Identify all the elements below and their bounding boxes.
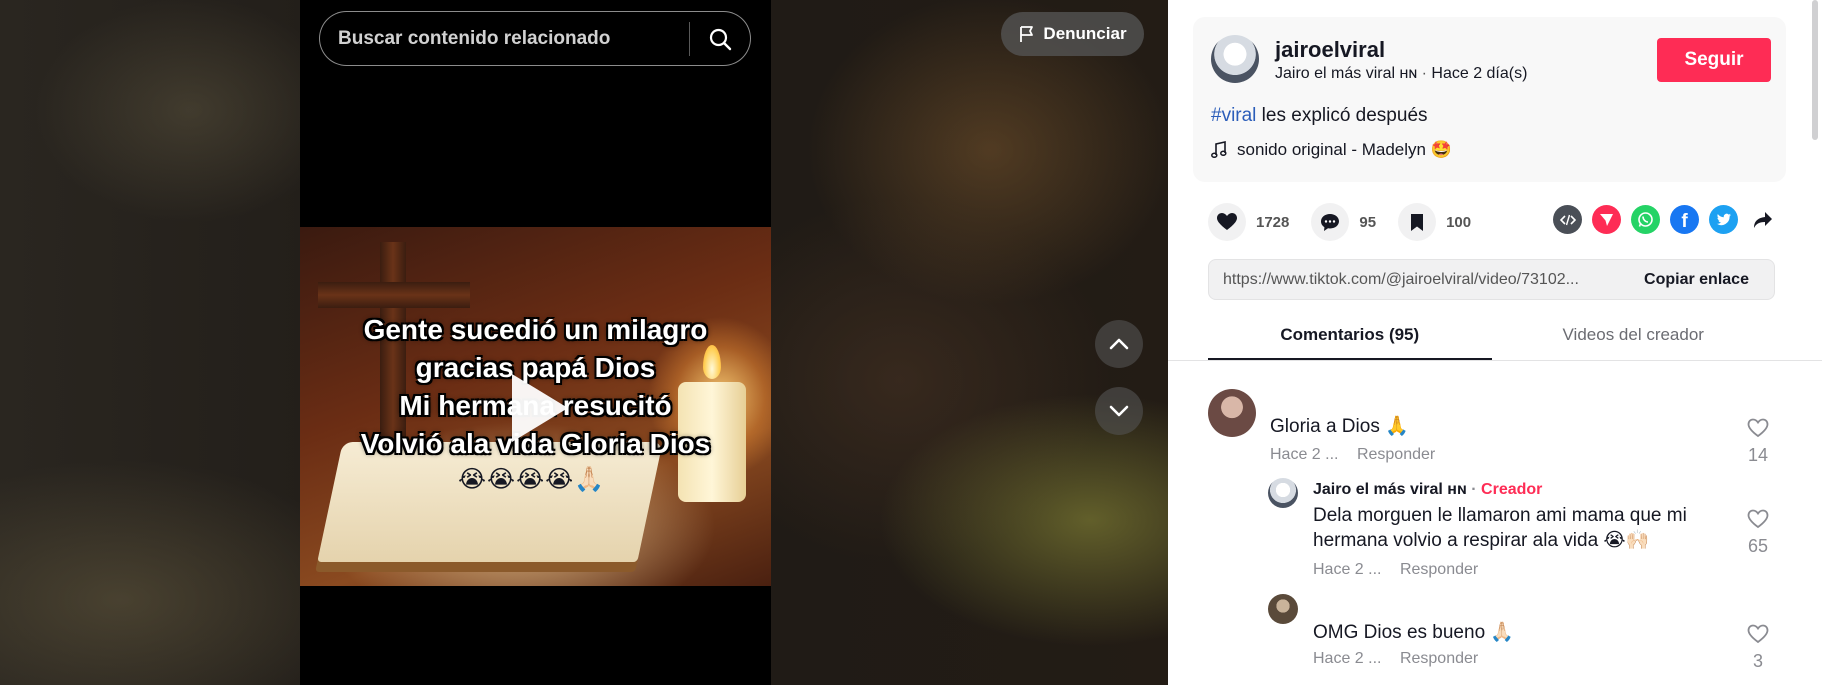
crucifix-arm [318,282,470,308]
author-avatar[interactable] [1211,35,1259,83]
reply-text: Dela morguen le llamaron ami mama que mi… [1313,505,1687,551]
report-label: Denunciar [1043,24,1127,43]
reply-button[interactable]: Responder [1357,446,1435,463]
dot-separator: · [1471,481,1477,498]
comment-item: Gloria a Dios 🙏 Hace 2 ... Responder [1270,414,1435,464]
reply-author: Jairo el más viral ʜɴ · Creador [1313,481,1713,499]
comment-like-button[interactable]: 14 [1738,418,1778,466]
reply-author-name[interactable]: Jairo el más viral ʜɴ [1313,481,1467,498]
author-display-name: Jairo el más viral ʜɴ [1275,65,1418,82]
reply-time: Hace 2 ... [1313,650,1382,667]
chevron-up-icon [1109,338,1129,350]
flag-icon [1020,26,1034,42]
video-detail-panel: jairoelviral Jairo el más viral ʜɴ · Hac… [1168,0,1822,685]
reply-meta: Hace 2 ... Responder [1313,650,1514,668]
comment-action[interactable]: 95 [1311,203,1376,241]
creator-reply-item: Jairo el más viral ʜɴ · Creador Dela mor… [1313,481,1713,579]
twitter-icon[interactable] [1709,205,1738,234]
embed-icon[interactable] [1553,205,1582,234]
description-text: les explicó después [1256,105,1428,126]
reply-item: OMG Dios es bueno 🙏🏻 Hace 2 ... Responde… [1313,620,1514,668]
tabs-divider [1168,360,1822,361]
play-icon[interactable] [512,374,568,442]
save-action[interactable]: 100 [1398,203,1471,241]
next-video-button[interactable] [1095,387,1143,435]
tab-creator-videos[interactable]: Videos del creador [1492,318,1776,360]
report-button[interactable]: Denunciar [1001,12,1144,56]
reply-like-count: 65 [1747,536,1769,556]
copy-link-button[interactable]: Copiar enlace [1619,271,1774,289]
engagement-actions: 1728 95 100 [1208,203,1493,241]
follow-button[interactable]: Seguir [1657,38,1771,82]
hashtag-link[interactable]: #viral [1211,105,1256,126]
music-link[interactable]: sonido original - Madelyn 🤩 [1211,140,1452,160]
bookmark-icon [1411,213,1424,231]
author-username[interactable]: jairoelviral [1275,37,1385,63]
reply-like-button[interactable]: 3 [1738,624,1778,672]
share-arrow-icon[interactable] [1748,205,1777,234]
reply-text: OMG Dios es bueno 🙏🏻 [1313,622,1515,643]
comment-icon [1321,213,1340,231]
save-count: 100 [1446,213,1472,231]
heart-icon [1217,213,1237,230]
creator-reply-avatar[interactable] [1268,478,1298,508]
previous-video-button[interactable] [1095,320,1143,368]
reply-button[interactable]: Responder [1400,561,1478,578]
like-count: 1728 [1256,213,1290,231]
reply-time: Hace 2 ... [1313,561,1382,578]
share-buttons: f [1553,205,1777,234]
share-link-text[interactable]: https://www.tiktok.com/@jairoelviral/vid… [1209,271,1619,289]
reply-button[interactable]: Responder [1400,650,1478,667]
creator-badge: Creador [1481,481,1543,498]
related-search-input[interactable] [320,12,689,65]
chevron-down-icon [1109,405,1129,417]
dot-separator: · [1421,65,1427,82]
video-stage: Denunciar Gente sucedió un milagro graci… [0,0,1168,685]
commenter-avatar[interactable] [1268,594,1298,624]
reply-like-count: 3 [1752,651,1763,671]
panel-tabs: Comentarios (95) Videos del creador [1208,318,1775,360]
comment-like-count: 14 [1747,445,1769,465]
comment-time: Hace 2 ... [1270,446,1339,463]
like-action[interactable]: 1728 [1208,203,1289,241]
search-icon [709,28,732,50]
comment-count: 95 [1359,213,1377,231]
reply-meta: Hace 2 ... Responder [1313,561,1713,579]
heart-outline-icon [1747,509,1769,529]
music-note-icon [1211,141,1227,159]
share-link-box: https://www.tiktok.com/@jairoelviral/vid… [1208,259,1775,300]
video-description: #viral les explicó después [1211,105,1428,127]
facebook-icon[interactable]: f [1670,205,1699,234]
reply-like-button[interactable]: 65 [1738,509,1778,557]
post-time: Hace 2 día(s) [1431,65,1528,82]
video-frame[interactable]: Gente sucedió un milagro gracias papá Di… [300,227,771,586]
heart-outline-icon [1747,624,1769,644]
music-title: sonido original - Madelyn 🤩 [1237,140,1452,159]
caption-emojis: 😭😭😭😭🙏🏻 [458,466,606,493]
send-to-friends-icon[interactable] [1592,205,1621,234]
author-subline: Jairo el más viral ʜɴ · Hace 2 día(s) [1275,65,1527,83]
comment-meta: Hace 2 ... Responder [1270,446,1435,464]
heart-outline-icon [1747,418,1769,438]
scrollbar[interactable] [1812,0,1818,140]
author-card: jairoelviral Jairo el más viral ʜɴ · Hac… [1193,17,1786,182]
comment-text: Gloria a Dios 🙏 [1270,416,1409,437]
search-button[interactable] [690,12,750,65]
commenter-avatar[interactable] [1208,389,1256,437]
related-search-bar [319,11,751,66]
whatsapp-icon[interactable] [1631,205,1660,234]
tab-comments[interactable]: Comentarios (95) [1208,318,1492,360]
